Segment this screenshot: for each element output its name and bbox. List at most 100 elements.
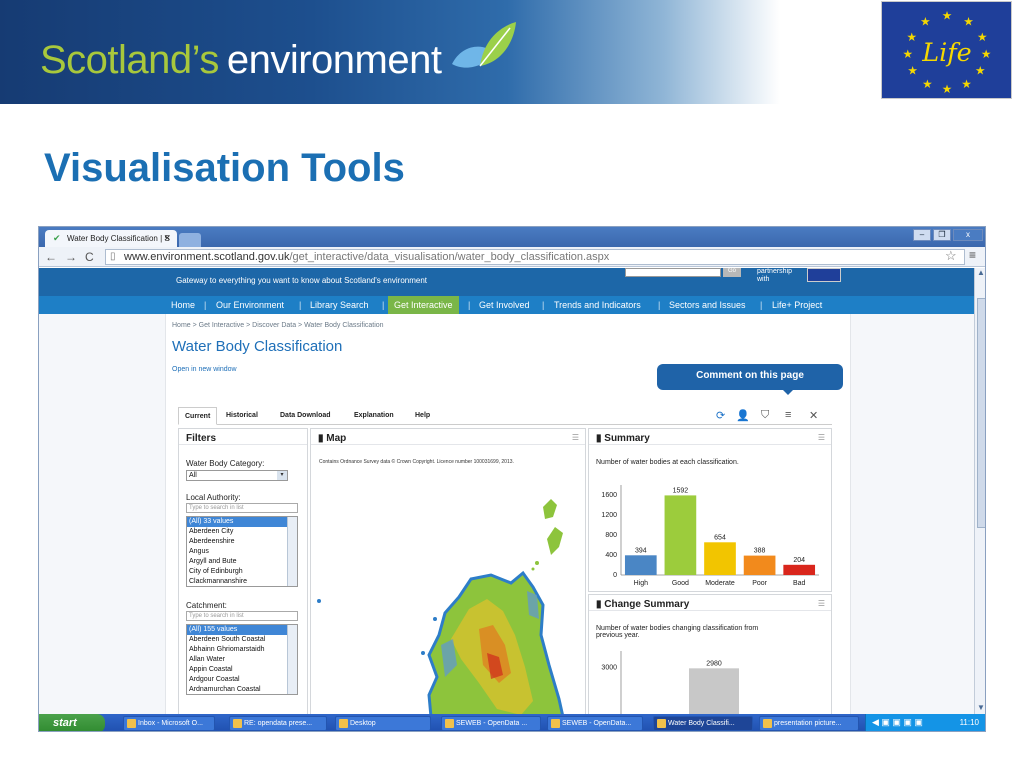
taskbar-item-label: Desktop xyxy=(350,720,376,727)
catchment-search-input[interactable]: Type to search in list xyxy=(186,611,298,621)
nav-sectors-issues[interactable]: Sectors and Issues xyxy=(669,296,746,314)
list-item[interactable]: Abhainn Ghriomarstaidh xyxy=(187,645,297,655)
list-item[interactable]: Clackmannanshire xyxy=(187,577,297,586)
catchment-listbox[interactable]: (All) 155 values Aberdeen South Coastal … xyxy=(186,624,298,695)
site-search-go-button[interactable]: Go xyxy=(723,268,741,277)
taskbar-item[interactable]: RE: opendata prese... xyxy=(229,716,327,731)
minimize-button[interactable]: – xyxy=(913,229,931,241)
authority-scrollbar[interactable] xyxy=(287,517,297,586)
tray-icons[interactable]: ◀ ▣ ▣ ▣ ▣ xyxy=(872,717,923,728)
close-icon[interactable]: ✕ xyxy=(809,409,818,422)
menu-lines-icon[interactable]: ≡ xyxy=(785,409,791,421)
start-button[interactable]: start xyxy=(39,714,105,731)
bookmark-star-icon[interactable]: ☆ xyxy=(945,248,957,264)
scroll-up-icon[interactable]: ▲ xyxy=(977,268,985,277)
nav-our-environment[interactable]: Our Environment xyxy=(216,296,284,314)
list-item[interactable]: Argyll and Bute xyxy=(187,557,297,567)
content-area: Home > Get Interactive > Discover Data >… xyxy=(39,314,974,714)
comment-button-tail xyxy=(782,389,794,395)
y-tick-label: 800 xyxy=(605,532,617,539)
summary-bar-chart[interactable]: 0 400 800 1200 1600 394 High 1592 Good 654 Moderat… xyxy=(589,477,833,593)
forward-icon[interactable]: → xyxy=(65,250,77,264)
nav-library-search[interactable]: Library Search xyxy=(310,296,369,314)
svg-text:★: ★ xyxy=(942,82,953,96)
eu-life-flag-icon xyxy=(807,268,841,282)
nav-separator: | xyxy=(468,300,471,310)
tab-explanation[interactable]: Explanation xyxy=(348,407,400,425)
y-tick-label: 1200 xyxy=(601,512,617,519)
taskbar-item[interactable]: SEWEB - OpenData ... xyxy=(441,716,541,731)
tab-help[interactable]: Help xyxy=(409,407,436,425)
list-item[interactable]: Aberdeen City xyxy=(187,527,297,537)
taskbar-item[interactable]: presentation picture... xyxy=(759,716,859,731)
filters-title: Filters xyxy=(179,429,307,445)
header-banner: Scotland’s environment ★ ★ ★ ★ ★ ★ ★ ★ ★ ★ ★ ★ Li… xyxy=(0,0,1024,104)
page-scroll-thumb[interactable] xyxy=(977,298,985,528)
bookmark-icon[interactable]: ⛉ xyxy=(761,409,769,422)
change-summary-title: ▮ Change Summary xyxy=(589,595,831,611)
restore-button[interactable]: ❐ xyxy=(933,229,951,241)
tab-historical[interactable]: Historical xyxy=(220,407,264,425)
nav-life-project[interactable]: Life+ Project xyxy=(772,296,822,314)
address-bar[interactable]: ▯ www.environment.scotland.gov.uk/get_in… xyxy=(105,249,965,265)
map-title-text: Map xyxy=(326,433,347,444)
nav-trends-indicators[interactable]: Trends and Indicators xyxy=(554,296,641,314)
list-item[interactable]: (All) 33 values xyxy=(187,517,297,527)
list-item[interactable]: Ardnamurchan Coastal xyxy=(187,685,297,694)
comment-button[interactable]: Comment on this page xyxy=(657,364,843,390)
tab-data-download[interactable]: Data Download xyxy=(274,407,337,425)
partnership-line-2: with xyxy=(757,276,770,283)
bar xyxy=(783,564,816,575)
catchment-scrollbar[interactable] xyxy=(287,625,297,694)
tab-current[interactable]: Current xyxy=(178,407,218,425)
breadcrumb[interactable]: Home > Get Interactive > Discover Data >… xyxy=(172,322,384,329)
list-item[interactable]: (All) 155 values xyxy=(187,625,297,635)
list-item[interactable]: City of Edinburgh xyxy=(187,567,297,577)
windows-taskbar: start Inbox - Microsoft O... RE: opendat… xyxy=(39,714,985,731)
scroll-down-icon[interactable]: ▼ xyxy=(977,703,985,712)
panel-menu-icon[interactable]: ☰ xyxy=(572,433,579,442)
browser-toolbar: ← → C ▯ www.environment.scotland.gov.uk/… xyxy=(39,247,985,267)
browser-tab[interactable]: ✔ Water Body Classification | S ✕ xyxy=(45,230,177,247)
taskbar-item[interactable]: Water Body Classifi... xyxy=(653,716,753,731)
open-new-window-link[interactable]: Open in new window xyxy=(172,366,237,373)
category-select[interactable]: All ▾ xyxy=(186,470,288,481)
x-tick-label: Moderate xyxy=(705,580,735,587)
data-label: 1592 xyxy=(673,487,689,494)
panel-menu-icon[interactable]: ☰ xyxy=(818,599,825,608)
site-search-input[interactable] xyxy=(625,268,721,277)
change-bar-chart[interactable]: 200030002980 xyxy=(589,651,833,714)
window-close-button[interactable]: x xyxy=(953,229,983,241)
scotland-map[interactable] xyxy=(311,469,587,714)
folder-icon xyxy=(339,719,348,728)
list-item[interactable]: Ardgour Coastal xyxy=(187,675,297,685)
list-item[interactable]: Aberdeen South Coastal xyxy=(187,635,297,645)
slide-title: Visualisation Tools xyxy=(44,146,405,190)
list-item[interactable]: Appin Coastal xyxy=(187,665,297,675)
nav-get-interactive[interactable]: Get Interactive xyxy=(388,296,459,314)
browser-menu-icon[interactable]: ≡ xyxy=(969,248,976,262)
reload-icon[interactable]: C xyxy=(85,250,94,264)
page-scrollbar[interactable]: ▲ ▼ xyxy=(974,268,985,714)
brand-word-environment: environment xyxy=(226,38,442,82)
leaf-logo-icon xyxy=(452,22,516,68)
nav-home[interactable]: Home xyxy=(171,296,195,314)
authority-search-input[interactable]: Type to search in list xyxy=(186,503,298,513)
new-tab-button[interactable] xyxy=(179,233,201,247)
refresh-icon[interactable]: ⟳ xyxy=(716,409,725,422)
map-title: ▮ Map xyxy=(311,429,585,445)
taskbar-item[interactable]: Inbox - Microsoft O... xyxy=(123,716,215,731)
list-item[interactable]: Allan Water xyxy=(187,655,297,665)
list-item[interactable]: Aberdeenshire xyxy=(187,537,297,547)
taskbar-item[interactable]: SEWEB - OpenData... xyxy=(547,716,643,731)
tab-close-icon[interactable]: ✕ xyxy=(163,233,171,244)
x-tick-label: Good xyxy=(672,580,689,587)
share-user-icon[interactable]: 👤 xyxy=(736,409,750,422)
list-item[interactable]: Angus xyxy=(187,547,297,557)
back-icon[interactable]: ← xyxy=(45,250,57,264)
authority-listbox[interactable]: (All) 33 values Aberdeen City Aberdeensh… xyxy=(186,516,298,587)
life-logo-icon: ★ ★★ ★★★ ★★★ ★★★ Life xyxy=(881,1,1012,99)
taskbar-item[interactable]: Desktop xyxy=(335,716,431,731)
nav-get-involved[interactable]: Get Involved xyxy=(479,296,530,314)
panel-menu-icon[interactable]: ☰ xyxy=(818,433,825,442)
